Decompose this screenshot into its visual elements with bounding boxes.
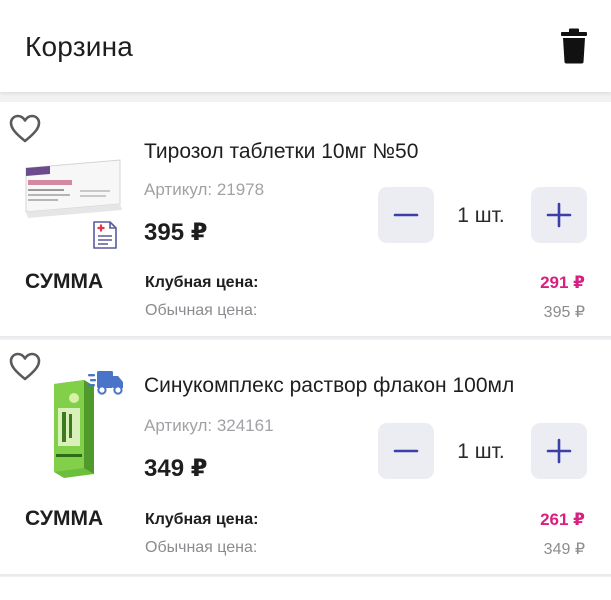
product-price: 395 ₽	[144, 219, 208, 246]
plus-icon	[546, 438, 572, 464]
cart-item: Синукомплекс раствор флакон 100мл Артику…	[0, 340, 611, 574]
regular-price-label: Обычная цена:	[145, 302, 258, 319]
trash-icon[interactable]	[560, 28, 588, 64]
item-divider	[0, 336, 611, 338]
regular-price-label: Обычная цена:	[145, 539, 258, 556]
product-sku: Артикул: 21978	[144, 180, 265, 199]
sum-label: СУММА	[25, 507, 104, 530]
sum-label: СУММА	[25, 270, 104, 293]
product-image[interactable]	[20, 152, 124, 226]
item-divider	[0, 574, 611, 576]
quantity-value: 1 шт.	[457, 204, 505, 227]
next-item-preview	[0, 577, 611, 600]
favorite-heart-icon[interactable]	[9, 352, 41, 382]
regular-price-value: 395 ₽	[543, 304, 585, 321]
increase-quantity-button[interactable]	[531, 187, 587, 243]
club-price-label: Клубная цена:	[145, 511, 259, 528]
prescription-icon	[93, 221, 117, 249]
product-name[interactable]: Тирозол таблетки 10мг №50	[144, 140, 418, 164]
club-price-value: 261 ₽	[540, 510, 585, 529]
increase-quantity-button[interactable]	[531, 423, 587, 479]
product-name[interactable]: Синукомплекс раствор флакон 100мл	[144, 374, 514, 398]
header-bar: Корзина	[0, 0, 611, 92]
regular-price-value: 349 ₽	[543, 541, 585, 558]
quantity-value: 1 шт.	[457, 440, 505, 463]
delivery-truck-icon	[88, 371, 123, 395]
favorite-heart-icon[interactable]	[9, 114, 41, 144]
minus-icon	[393, 449, 419, 453]
minus-icon	[393, 213, 419, 217]
decrease-quantity-button[interactable]	[378, 187, 434, 243]
cart-item: Тирозол таблетки 10мг №50 Артикул: 21978…	[0, 102, 611, 336]
page-title: Корзина	[25, 31, 134, 62]
club-price-label: Клубная цена:	[145, 274, 259, 291]
product-sku: Артикул: 324161	[144, 416, 274, 435]
plus-icon	[546, 202, 572, 228]
decrease-quantity-button[interactable]	[378, 423, 434, 479]
club-price-value: 291 ₽	[540, 273, 585, 292]
product-price: 349 ₽	[144, 455, 208, 482]
